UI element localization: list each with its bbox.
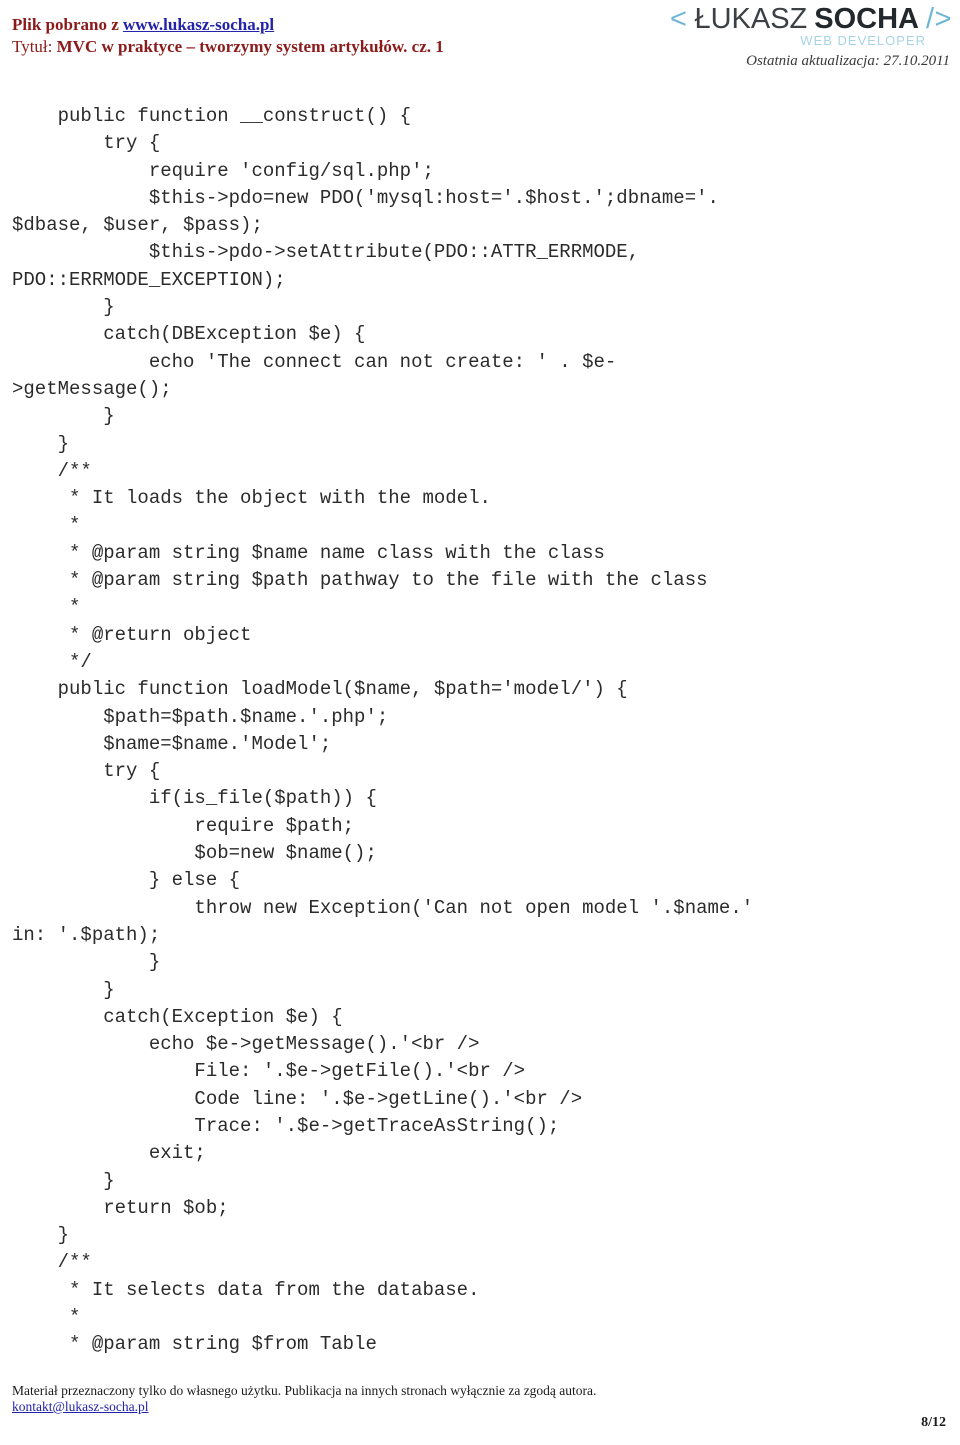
angle-bracket-close-icon: /> xyxy=(926,3,952,35)
code-line: } xyxy=(12,978,115,1001)
code-line: PDO::ERRMODE_EXCEPTION); xyxy=(12,268,286,291)
download-source-label: Plik pobrano z xyxy=(12,15,123,34)
code-line: } xyxy=(12,432,70,455)
angle-bracket-open-icon: < xyxy=(670,3,688,35)
download-source-line: Plik pobrano z www.lukasz-socha.pl xyxy=(12,14,632,36)
code-line: * xyxy=(12,1306,81,1329)
code-line: try { xyxy=(12,760,161,783)
code-line: $dbase, $user, $pass); xyxy=(12,214,263,237)
code-line: * It loads the object with the model. xyxy=(12,487,491,510)
footer-email-link[interactable]: kontakt@lukasz-socha.pl xyxy=(12,1399,149,1415)
code-line: } xyxy=(12,296,115,319)
brand-logo-block: < ŁUKASZ SOCHA /> WEB DEVELOPER Ostatnia … xyxy=(632,4,952,70)
code-line: $this->pdo=new PDO('mysql:host='.$host.'… xyxy=(12,186,719,209)
code-line: * xyxy=(12,596,81,619)
code-line: $this->pdo->setAttribute(PDO::ATTR_ERRMO… xyxy=(12,241,640,264)
last-update-text: Ostatnia aktualizacja: 27.10.2011 xyxy=(746,53,950,69)
page-number: 8/12 xyxy=(921,1415,946,1430)
code-line: throw new Exception('Can not open model … xyxy=(12,896,754,919)
code-line: $ob=new $name(); xyxy=(12,842,377,865)
code-line: Code line: '.$e->getLine().'<br /> xyxy=(12,1087,583,1110)
document-title-value: MVC w praktyce – tworzymy system artykuł… xyxy=(56,37,444,56)
footer-legal-note: Materiał przeznaczony tylko do własnego … xyxy=(12,1383,597,1398)
code-line: exit; xyxy=(12,1142,206,1165)
code-line: $name=$name.'Model'; xyxy=(12,732,332,755)
site-link[interactable]: www.lukasz-socha.pl xyxy=(123,15,274,34)
code-line: catch(Exception $e) { xyxy=(12,1005,343,1028)
page-header: Plik pobrano z www.lukasz-socha.pl Tytuł… xyxy=(0,0,960,88)
page-footer: Materiał przeznaczony tylko do własnego … xyxy=(0,1355,960,1445)
logo-wordmark: < ŁUKASZ SOCHA /> xyxy=(632,4,952,34)
code-line: * @param string $name name class with th… xyxy=(12,541,605,564)
header-meta-block: Plik pobrano z www.lukasz-socha.pl Tytuł… xyxy=(12,14,632,58)
code-line: * @return object xyxy=(12,623,252,646)
code-line: * @param string $path pathway to the fil… xyxy=(12,569,708,592)
code-line: in: '.$path); xyxy=(12,923,161,946)
code-line: try { xyxy=(12,132,161,155)
code-line: $path=$path.$name.'.php'; xyxy=(12,705,389,728)
code-line: /** xyxy=(12,1251,92,1274)
document-title-label: Tytuł: xyxy=(12,37,57,56)
code-line: >getMessage(); xyxy=(12,377,172,400)
logo-first-name: ŁUKASZ xyxy=(694,3,808,35)
code-line: } xyxy=(12,951,161,974)
code-listing: public function __construct() { try { re… xyxy=(0,103,960,1359)
code-line: */ xyxy=(12,650,92,673)
code-line: } else { xyxy=(12,869,241,892)
document-title-line: Tytuł: MVC w praktyce – tworzymy system … xyxy=(12,36,632,58)
code-line: return $ob; xyxy=(12,1196,229,1219)
code-line: } xyxy=(12,1169,115,1192)
code-line: public function loadModel($name, $path='… xyxy=(12,678,628,701)
code-line: /** xyxy=(12,459,92,482)
code-line: echo $e->getMessage().'<br /> xyxy=(12,1033,480,1056)
code-line: require 'config/sql.php'; xyxy=(12,159,434,182)
code-line: public function __construct() { xyxy=(12,105,412,127)
code-line: catch(DBException $e) { xyxy=(12,323,366,346)
code-line: File: '.$e->getFile().'<br /> xyxy=(12,1060,526,1083)
code-line: Trace: '.$e->getTraceAsString(); xyxy=(12,1114,560,1137)
code-line: * xyxy=(12,514,81,537)
logo-tagline: WEB DEVELOPER xyxy=(800,33,926,48)
code-line: require $path; xyxy=(12,814,355,837)
code-line: } xyxy=(12,1224,70,1247)
code-line: echo 'The connect can not create: ' . $e… xyxy=(12,350,617,373)
logo-last-name: SOCHA xyxy=(814,3,919,35)
code-line: * It selects data from the database. xyxy=(12,1278,480,1301)
code-line: } xyxy=(12,405,115,428)
code-line: if(is_file($path)) { xyxy=(12,787,377,810)
